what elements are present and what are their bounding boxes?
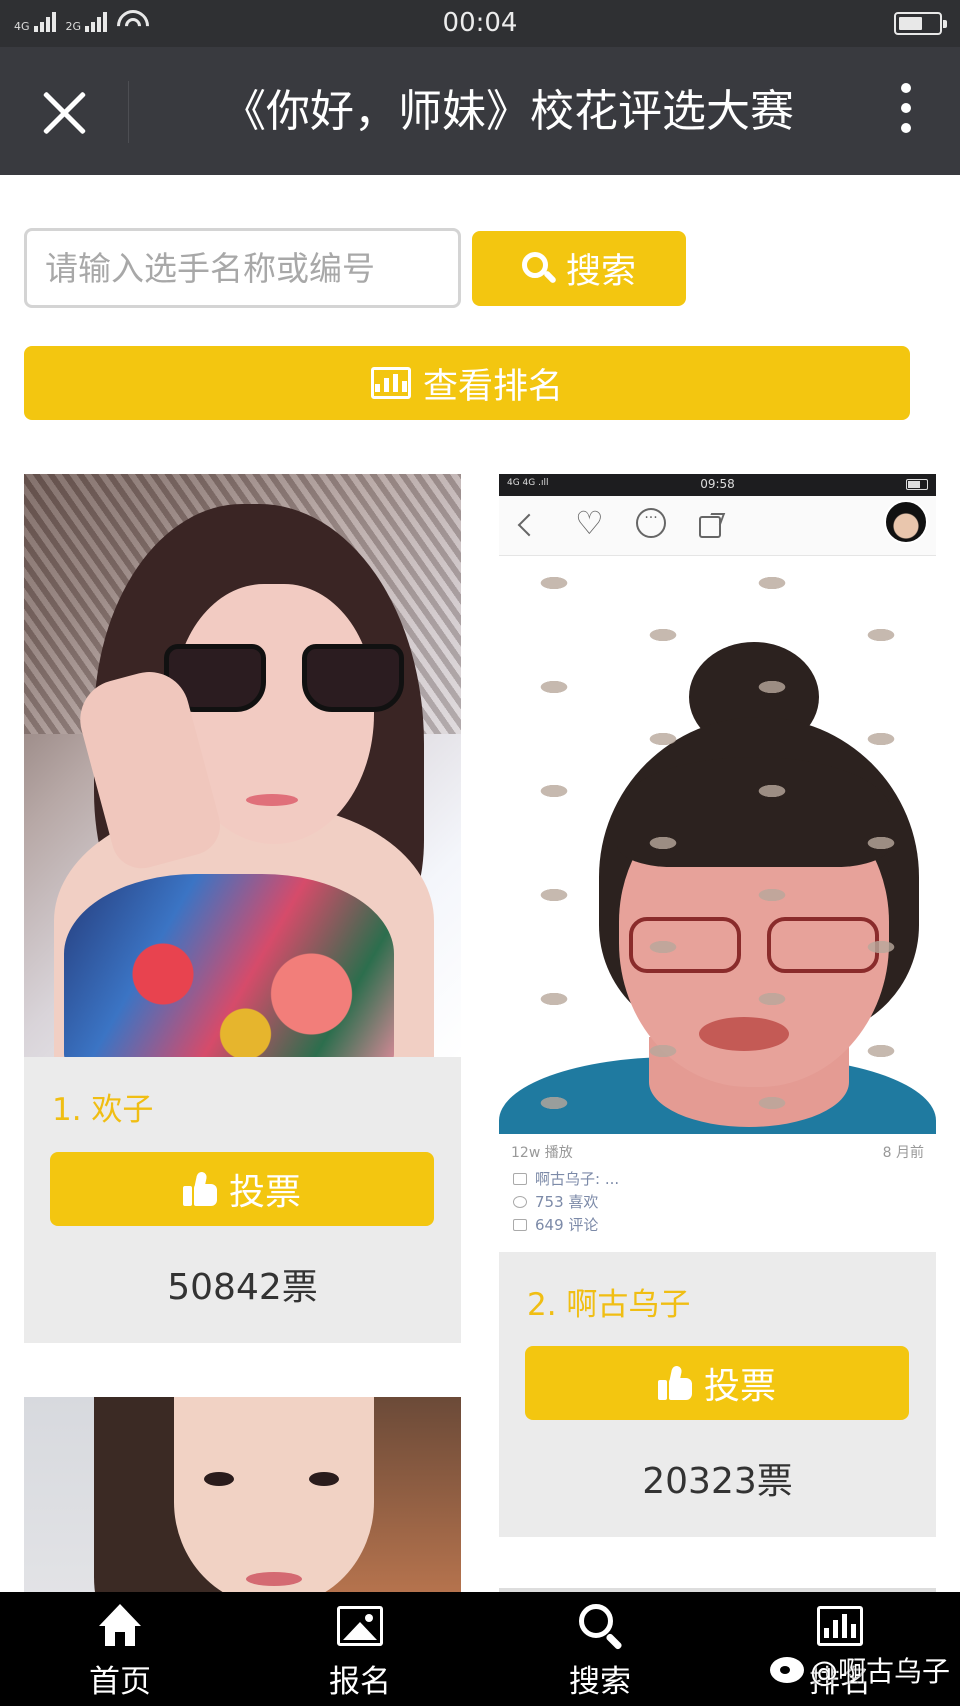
vote-button-label: 投票 bbox=[703, 1366, 776, 1407]
battery-icon bbox=[894, 12, 947, 35]
vote-button-2[interactable]: 投票 bbox=[525, 1346, 909, 1420]
vote-button-label: 投票 bbox=[228, 1172, 301, 1213]
more-vertical-icon[interactable] bbox=[896, 83, 916, 143]
image-icon bbox=[337, 1604, 383, 1650]
title-divider bbox=[128, 81, 129, 143]
thumbs-up-icon bbox=[182, 1171, 217, 1206]
bar-chart-icon bbox=[817, 1604, 863, 1650]
embedded-status-bar: 4G 4G .ıll 09:58 bbox=[499, 474, 936, 496]
search-icon bbox=[577, 1604, 623, 1651]
battery-fill bbox=[899, 17, 922, 30]
nav-signup[interactable]: 报名 bbox=[240, 1592, 480, 1706]
search-input[interactable] bbox=[24, 228, 461, 308]
heart-outline-icon bbox=[513, 1195, 527, 1208]
search-button[interactable]: 搜索 bbox=[472, 231, 686, 306]
contestant-card-2[interactable]: 4G 4G .ıll 09:58 1 bbox=[499, 474, 936, 1537]
nav-home-label: 首页 bbox=[89, 1664, 151, 1700]
nav-search-label: 搜索 bbox=[569, 1664, 631, 1700]
comment-outline-icon bbox=[513, 1218, 527, 1231]
home-icon bbox=[97, 1604, 143, 1650]
weibo-logo-icon bbox=[769, 1657, 804, 1683]
view-ranking-label: 查看排名 bbox=[422, 366, 563, 407]
speaker-icon bbox=[513, 1172, 527, 1185]
status-bar: 4G 2G 00:04 bbox=[0, 0, 960, 49]
back-arrow-icon bbox=[511, 510, 541, 540]
search-icon bbox=[521, 251, 558, 286]
search-button-label: 搜索 bbox=[565, 252, 636, 292]
embedded-meta: 12w 播放 8 月前 啊古乌子: ... 753 喜欢 649 评论 bbox=[499, 1134, 936, 1244]
embedded-nav-bar bbox=[499, 496, 936, 556]
heart-icon bbox=[575, 504, 605, 542]
vote-count-2: 20323票 bbox=[642, 1461, 793, 1502]
bar-chart-icon bbox=[370, 367, 411, 399]
contestant-name-1: 1. 欢子 bbox=[52, 1092, 154, 1128]
share-icon bbox=[695, 510, 725, 540]
app-root: 4G 2G 00:04 《你好，师妹》校花评选大赛 搜索 bbox=[0, 0, 960, 1706]
tiled-wall bbox=[499, 557, 936, 1216]
contestant-photo-2[interactable]: 4G 4G .ıll 09:58 1 bbox=[499, 474, 936, 1252]
vote-button-1[interactable]: 投票 bbox=[50, 1152, 434, 1226]
page-title: 《你好，师妹》校花评选大赛 bbox=[222, 86, 794, 137]
view-ranking-button[interactable]: 查看排名 bbox=[24, 346, 910, 420]
title-bar: 《你好，师妹》校花评选大赛 bbox=[0, 47, 960, 175]
eyeglasses bbox=[629, 917, 879, 977]
watermark: @啊古乌子 bbox=[769, 1650, 950, 1690]
comment-icon bbox=[635, 508, 666, 540]
close-icon[interactable] bbox=[38, 87, 90, 139]
contestant-name-2: 2. 啊古乌子 bbox=[527, 1287, 691, 1323]
nav-search[interactable]: 搜索 bbox=[480, 1592, 720, 1706]
contestant-card-1[interactable]: 1. 欢子 投票 50842票 bbox=[24, 474, 461, 1343]
contestant-photo-1[interactable] bbox=[24, 474, 461, 1057]
nav-signup-label: 报名 bbox=[329, 1664, 391, 1700]
sunglasses bbox=[164, 644, 404, 714]
nav-home[interactable]: 首页 bbox=[0, 1592, 240, 1706]
thumbs-up-icon bbox=[657, 1365, 692, 1400]
vote-count-1: 50842票 bbox=[167, 1267, 318, 1308]
status-time: 00:04 bbox=[442, 8, 518, 38]
avatar bbox=[884, 500, 928, 544]
